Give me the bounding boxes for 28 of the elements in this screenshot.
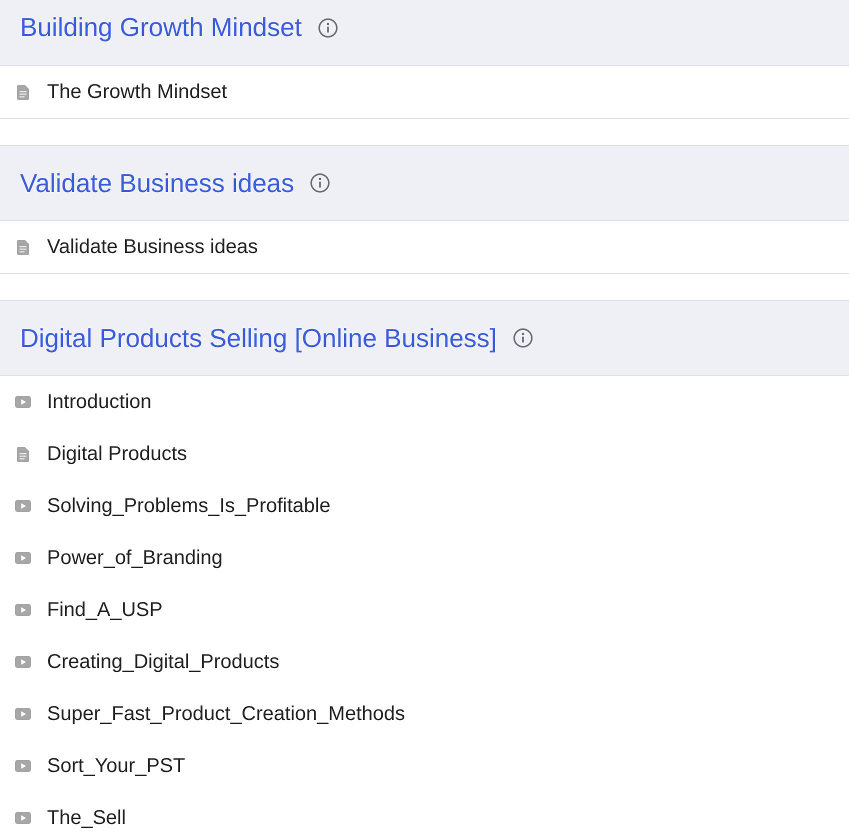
info-icon[interactable] [512,328,533,348]
document-icon [17,240,29,254]
lesson-link[interactable]: Introduction [47,390,152,414]
info-icon[interactable] [318,18,338,38]
video-icon [15,500,31,512]
video-icon [15,604,31,616]
video-icon [15,396,31,408]
info-icon[interactable] [310,173,330,193]
lesson-link[interactable]: Power_of_Branding [47,546,223,570]
video-icon [15,552,31,564]
lesson-link[interactable]: Super_Fast_Product_Creation_Methods [47,702,405,726]
lesson-link[interactable]: Solving_Problems_Is_Profitable [47,494,330,518]
lesson-link[interactable]: Digital Products [47,442,188,466]
document-icon [17,84,29,100]
section-title: Validate Business ideas [20,168,294,198]
section-title: Digital Products Selling [Online Business] [20,322,497,354]
lesson-link[interactable]: Sort_Your_PST [47,754,186,778]
lesson-link[interactable]: The_Sell [47,806,126,830]
lesson-link[interactable]: Creating_Digital_Products [47,650,280,674]
video-icon [15,812,31,824]
lesson-link[interactable]: The Growth Mindset [47,80,228,104]
lesson-link[interactable]: Find_A_USP [47,598,163,622]
video-icon [15,708,31,720]
document-icon [17,446,29,462]
section-title: Building Growth Mindset [20,12,302,43]
video-icon [15,656,31,668]
video-icon [15,760,31,772]
lesson-link[interactable]: Validate Business ideas [47,236,258,258]
